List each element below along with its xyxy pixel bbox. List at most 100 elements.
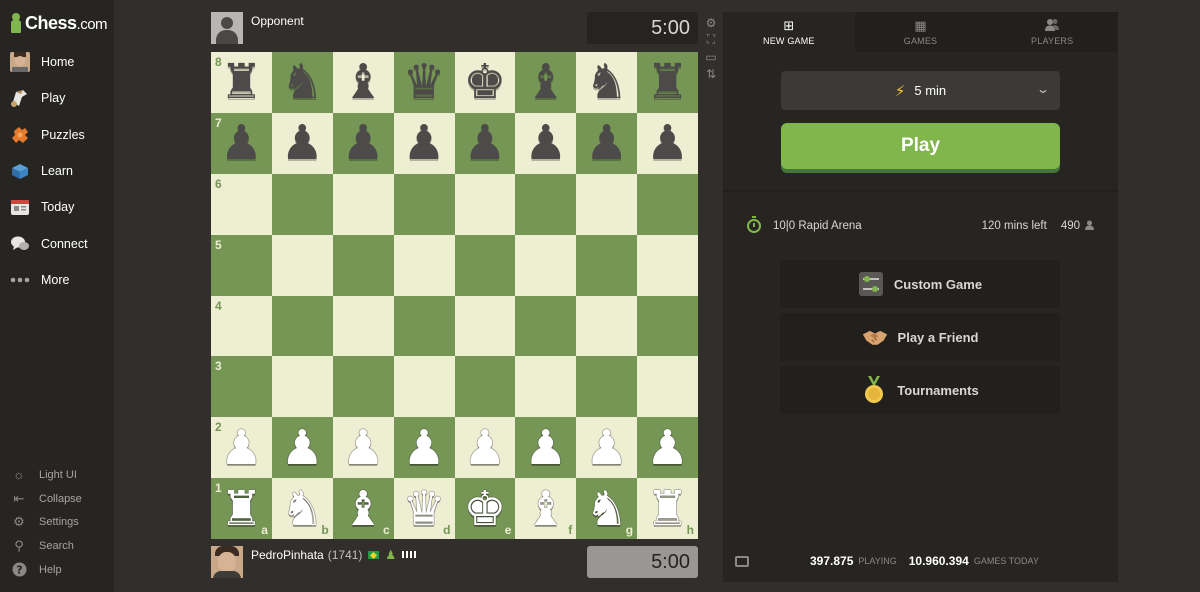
sidebar-item-home[interactable]: Home	[0, 44, 114, 80]
custom-game-button[interactable]: Custom Game	[780, 260, 1060, 308]
chess-logo[interactable]: Chess.com	[10, 10, 108, 36]
black-pawn-icon[interactable]: ♟	[403, 119, 446, 167]
square-h2[interactable]: ♟	[637, 417, 698, 479]
sidebar-item-today[interactable]: Today	[0, 189, 114, 225]
sidebar-item-play[interactable]: Play	[0, 80, 114, 116]
tournaments-button[interactable]: Tournaments	[780, 366, 1060, 414]
theater-mode-icon[interactable]: ▭	[703, 48, 719, 65]
play-button[interactable]: Play	[781, 123, 1060, 169]
gear-icon[interactable]: ⚙	[703, 14, 719, 31]
flip-board-icon[interactable]: ⇅	[703, 65, 719, 82]
square-c4[interactable]	[332, 295, 394, 357]
square-a7[interactable]: 7 ♟	[211, 112, 272, 174]
sidebar-item-collapse[interactable]: ⇤ Collapse	[0, 487, 114, 511]
square-g4[interactable]	[576, 295, 638, 357]
square-d1[interactable]: d ♛	[393, 478, 455, 539]
white-knight-icon[interactable]: ♞	[281, 485, 324, 533]
white-queen-icon[interactable]: ♛	[403, 485, 446, 533]
square-c3[interactable]	[332, 356, 394, 418]
white-bishop-icon[interactable]: ♝	[342, 485, 385, 533]
square-h7[interactable]: ♟	[637, 112, 698, 174]
square-b4[interactable]	[271, 295, 333, 357]
square-d6[interactable]	[393, 173, 455, 235]
black-pawn-icon[interactable]: ♟	[463, 119, 506, 167]
tab-new-game[interactable]: ⊞ NEW GAME	[723, 12, 855, 52]
square-g8[interactable]: ♞	[576, 52, 638, 113]
expand-icon[interactable]: ⛶	[703, 31, 719, 48]
square-b7[interactable]: ♟	[271, 112, 333, 174]
arena-entry[interactable]: 10|0 Rapid Arena 120 mins left 490	[723, 216, 1118, 236]
sidebar-item-light-ui[interactable]: ☼ Light UI	[0, 463, 114, 487]
square-d3[interactable]	[393, 356, 455, 418]
square-e4[interactable]	[454, 295, 516, 357]
white-pawn-icon[interactable]: ♟	[646, 424, 689, 472]
chat-icon[interactable]	[735, 555, 749, 567]
black-queen-icon[interactable]: ♛	[403, 58, 446, 106]
square-f8[interactable]: ♝	[515, 52, 577, 113]
black-pawn-icon[interactable]: ♟	[281, 119, 324, 167]
square-a3[interactable]: 3	[211, 356, 272, 418]
white-knight-icon[interactable]: ♞	[585, 485, 628, 533]
square-e5[interactable]	[454, 234, 516, 296]
player-name[interactable]: PedroPinhata	[251, 548, 324, 562]
square-a8[interactable]: 8 ♜	[211, 52, 272, 113]
square-a6[interactable]: 6	[211, 173, 272, 235]
square-d2[interactable]: ♟	[393, 417, 455, 479]
sidebar-item-search[interactable]: ⚲ Search	[0, 534, 114, 558]
white-king-icon[interactable]: ♚	[463, 485, 506, 533]
square-h6[interactable]	[637, 173, 698, 235]
black-knight-icon[interactable]: ♞	[281, 58, 324, 106]
square-h3[interactable]	[637, 356, 698, 418]
square-b1[interactable]: b ♞	[271, 478, 333, 539]
sidebar-item-settings[interactable]: ⚙ Settings	[0, 510, 114, 534]
black-pawn-icon[interactable]: ♟	[342, 119, 385, 167]
black-pawn-icon[interactable]: ♟	[524, 119, 567, 167]
sidebar-item-help[interactable]: ? Help	[0, 558, 114, 582]
time-control-select[interactable]: ⚡ 5 min ⌄	[781, 71, 1060, 110]
square-f2[interactable]: ♟	[515, 417, 577, 479]
sidebar-item-more[interactable]: More	[0, 262, 114, 298]
black-pawn-icon[interactable]: ♟	[585, 119, 628, 167]
square-a5[interactable]: 5	[211, 234, 272, 296]
square-c6[interactable]	[332, 173, 394, 235]
white-pawn-icon[interactable]: ♟	[403, 424, 446, 472]
square-a2[interactable]: 2 ♟	[211, 417, 272, 479]
white-pawn-icon[interactable]: ♟	[585, 424, 628, 472]
sidebar-item-learn[interactable]: Learn	[0, 153, 114, 189]
tab-games[interactable]: ▦ GAMES	[854, 12, 987, 52]
square-g3[interactable]	[576, 356, 638, 418]
sidebar-item-puzzles[interactable]: Puzzles	[0, 117, 114, 153]
black-bishop-icon[interactable]: ♝	[342, 58, 385, 106]
white-rook-icon[interactable]: ♜	[646, 485, 689, 533]
square-f7[interactable]: ♟	[515, 112, 577, 174]
white-pawn-icon[interactable]: ♟	[524, 424, 567, 472]
square-g1[interactable]: g ♞	[576, 478, 638, 539]
square-c8[interactable]: ♝	[332, 52, 394, 113]
square-d5[interactable]	[393, 234, 455, 296]
square-f1[interactable]: f ♝	[515, 478, 577, 539]
square-e3[interactable]	[454, 356, 516, 418]
white-pawn-icon[interactable]: ♟	[220, 424, 263, 472]
black-pawn-icon[interactable]: ♟	[220, 119, 263, 167]
square-g2[interactable]: ♟	[576, 417, 638, 479]
square-f3[interactable]	[515, 356, 577, 418]
square-f6[interactable]	[515, 173, 577, 235]
square-e8[interactable]: ♚	[454, 52, 516, 113]
square-f4[interactable]	[515, 295, 577, 357]
square-c5[interactable]	[332, 234, 394, 296]
sidebar-item-connect[interactable]: Connect	[0, 225, 114, 261]
square-d7[interactable]: ♟	[393, 112, 455, 174]
square-d8[interactable]: ♛	[393, 52, 455, 113]
black-pawn-icon[interactable]: ♟	[646, 119, 689, 167]
square-e6[interactable]	[454, 173, 516, 235]
square-h1[interactable]: h ♜	[637, 478, 698, 539]
square-d4[interactable]	[393, 295, 455, 357]
black-king-icon[interactable]: ♚	[463, 58, 506, 106]
white-pawn-icon[interactable]: ♟	[463, 424, 506, 472]
white-pawn-icon[interactable]: ♟	[281, 424, 324, 472]
tab-players[interactable]: PLAYERS	[986, 12, 1119, 52]
square-a1[interactable]: 1 a ♜	[211, 478, 272, 539]
square-c7[interactable]: ♟	[332, 112, 394, 174]
square-a4[interactable]: 4	[211, 295, 272, 357]
black-rook-icon[interactable]: ♜	[646, 58, 689, 106]
